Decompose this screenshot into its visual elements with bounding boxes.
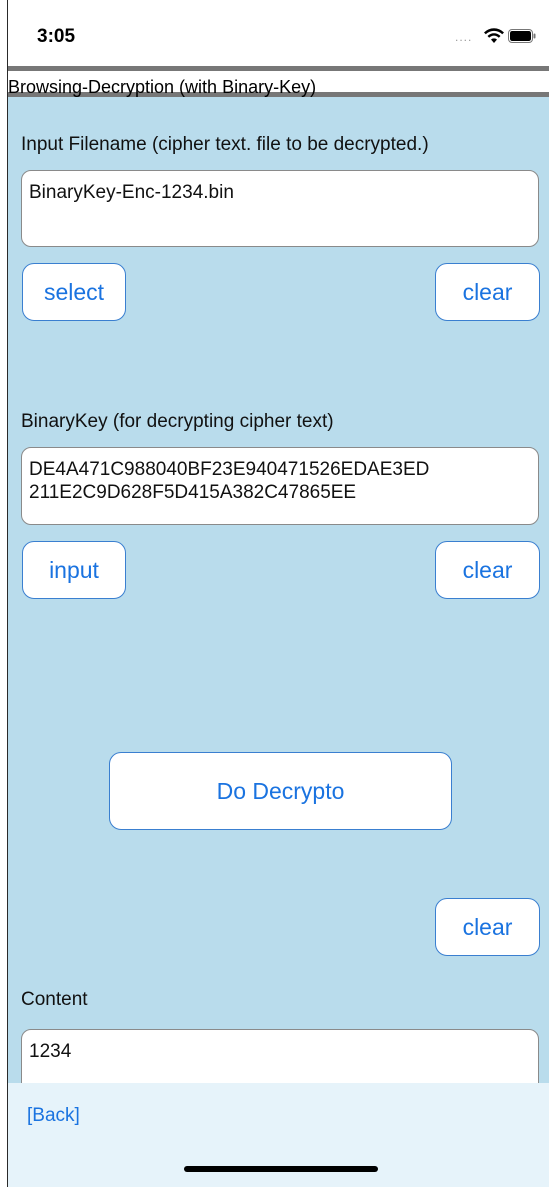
status-time: 3:05 xyxy=(37,26,76,47)
home-indicator xyxy=(184,1166,378,1172)
do-decrypto-button[interactable]: Do Decrypto xyxy=(109,752,452,830)
app-frame: 3:05 .... Browsing-Decryption (with Bina… xyxy=(7,0,549,1187)
status-bar: 3:05 .... xyxy=(8,0,549,66)
wifi-icon xyxy=(484,28,504,43)
title-bar: Browsing-Decryption (with Binary-Key) xyxy=(8,66,549,97)
page-title: Browsing-Decryption (with Binary-Key) xyxy=(8,77,317,97)
binary-key-value-line2: 211E2C9D628F5D415A382C47865EE xyxy=(29,482,357,503)
input-key-button[interactable]: input xyxy=(22,541,126,599)
binary-key-value-line1: DE4A471C988040BF23E940471526EDAE3ED xyxy=(29,459,430,480)
input-filename-value: BinaryKey-Enc-1234.bin xyxy=(29,182,234,203)
input-filename-label: Input Filename (cipher text. file to be … xyxy=(21,134,429,155)
binary-key-field[interactable]: DE4A471C988040BF23E940471526EDAE3ED 211E… xyxy=(21,447,539,525)
select-file-button[interactable]: select xyxy=(22,263,126,321)
cellular-signal-icon: .... xyxy=(455,30,473,44)
clear-key-button[interactable]: clear xyxy=(435,541,540,599)
content-value: 1234 xyxy=(29,1041,72,1062)
back-link[interactable]: [Back] xyxy=(27,1105,80,1127)
bottom-toolbar: [Back] xyxy=(8,1083,549,1187)
battery-icon xyxy=(508,29,536,43)
clear-filename-button[interactable]: clear xyxy=(435,263,540,321)
input-filename-field[interactable]: BinaryKey-Enc-1234.bin xyxy=(21,170,539,247)
binary-key-label: BinaryKey (for decrypting cipher text) xyxy=(21,411,334,432)
clear-content-button[interactable]: clear xyxy=(435,898,540,956)
content-label: Content xyxy=(21,989,88,1010)
decryption-panel: Input Filename (cipher text. file to be … xyxy=(8,97,549,1109)
